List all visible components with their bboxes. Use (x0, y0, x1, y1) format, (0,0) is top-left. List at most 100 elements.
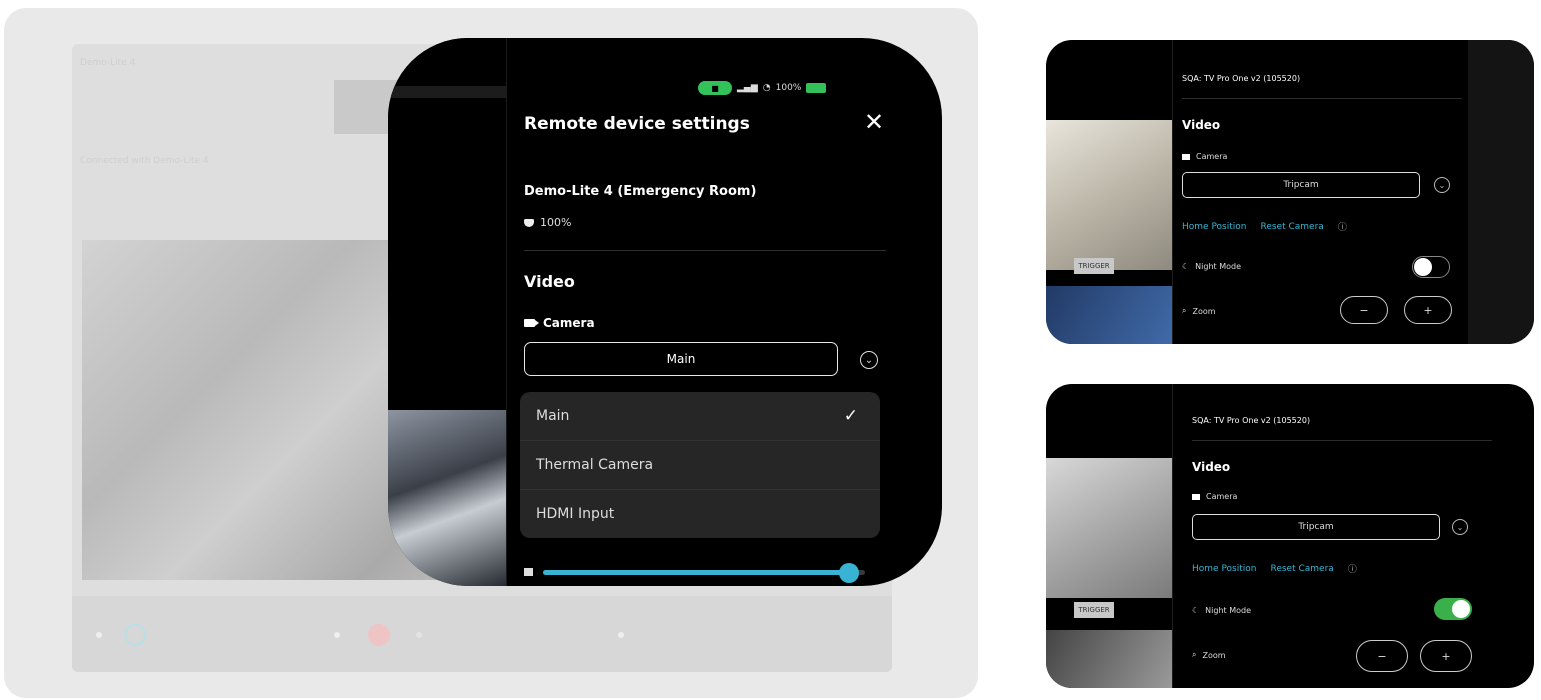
battery-value: 100% (540, 216, 572, 229)
end-call-icon[interactable] (368, 624, 390, 646)
camera-label-row: Camera (1182, 152, 1227, 161)
right-rail (1468, 40, 1534, 344)
video-sign (1046, 286, 1172, 344)
dropdown-option-hdmi[interactable]: HDMI Input (520, 490, 880, 538)
video-header-strip (388, 86, 506, 98)
info-icon[interactable]: ⓘ (1338, 220, 1347, 233)
night-mode-toggle[interactable] (1434, 598, 1472, 620)
panel-divider (506, 38, 507, 586)
camera-active-pill: ■ (698, 81, 732, 95)
option-label: HDMI Input (536, 506, 615, 522)
settings-icon[interactable] (124, 624, 146, 646)
zoom-out-button[interactable]: − (1356, 640, 1408, 672)
camera-label: Camera (1196, 152, 1228, 161)
zoom-row: ⌕ Zoom (1192, 650, 1226, 660)
camera-select[interactable]: Tripcam (1182, 172, 1420, 198)
dropdown-option-thermal[interactable]: Thermal Camera (520, 441, 880, 489)
toggle-knob (1414, 258, 1432, 276)
wifi-icon: ◔ (762, 83, 771, 93)
night-mode-toggle[interactable] (1412, 256, 1450, 278)
toggle-knob (1452, 600, 1470, 618)
zoom-label: Zoom (1192, 306, 1216, 316)
option-label: Thermal Camera (536, 457, 654, 473)
zoom-in-button[interactable]: + (1420, 640, 1472, 672)
camera-dropdown-menu: Main ✓ Thermal Camera HDMI Input (520, 392, 880, 538)
tablet-title: Demo-Lite 4 (80, 58, 136, 68)
camera-label-row: Camera (1192, 492, 1237, 501)
video-thumbnail (1046, 120, 1172, 270)
divider (1192, 440, 1492, 441)
zoom-in-button[interactable]: + (1404, 296, 1452, 324)
call-control-bar (72, 596, 892, 672)
control-dot (334, 632, 340, 638)
zoom-label: Zoom (1202, 650, 1226, 660)
camera-select[interactable]: Tripcam (1192, 514, 1440, 540)
camera-actions: Home Position Reset Camera ⓘ (1182, 220, 1347, 234)
home-position-link[interactable]: Home Position (1192, 564, 1256, 574)
close-icon[interactable]: ✕ (864, 108, 884, 136)
panel-divider (1172, 384, 1173, 688)
dropdown-option-main[interactable]: Main ✓ (520, 392, 880, 440)
night-mode-label: Night Mode (1195, 262, 1242, 271)
panel-title: Remote device settings (524, 114, 750, 134)
section-video: Video (524, 272, 575, 291)
device-name: Demo-Lite 4 (Emergency Room) (524, 184, 757, 199)
option-label: Main (536, 408, 570, 424)
panel-divider (1172, 40, 1173, 344)
volume-fill (543, 569, 849, 575)
camera-icon (524, 319, 539, 327)
camera-label-row: Camera (524, 316, 595, 330)
section-video: Video (1192, 460, 1231, 474)
phone-night-mode-on: TRIGGER SQA: TV Pro One v2 (105520) Vide… (1046, 384, 1534, 688)
video-thumbnail (1046, 458, 1172, 598)
night-mode-row: ☾ Night Mode (1192, 606, 1251, 615)
info-icon[interactable]: ⓘ (1348, 562, 1357, 575)
signal-icon: ▂▄▆ (737, 83, 758, 93)
divider (524, 250, 886, 251)
zoom-out-button[interactable]: − (1340, 296, 1388, 324)
moon-icon: ☾ (1182, 262, 1190, 271)
status-bar: ■ ▂▄▆ ◔ 100% (698, 80, 827, 96)
video-sign (1046, 630, 1172, 688)
magnifier-icon: ⌕ (1192, 650, 1197, 659)
reset-camera-link[interactable]: Reset Camera (1260, 222, 1323, 232)
video-tag: TRIGGER (1074, 258, 1114, 274)
chevron-down-icon[interactable]: ⌄ (1452, 519, 1468, 535)
camera-icon (1182, 153, 1190, 160)
zoom-row: ⌕ Zoom (1182, 306, 1216, 316)
volume-handle[interactable] (838, 562, 859, 583)
reset-camera-link[interactable]: Reset Camera (1270, 564, 1333, 574)
check-icon: ✓ (843, 406, 858, 426)
video-thumbnail-top (388, 38, 507, 248)
section-video: Video (1182, 118, 1221, 132)
moon-icon: ☾ (1192, 606, 1200, 615)
phone-night-mode-off: TRIGGER SQA: TV Pro One v2 (105520) Vide… (1046, 40, 1534, 344)
tablet-subtitle: Connected with Demo-Lite 4 (80, 156, 209, 166)
volume-slider[interactable] (543, 562, 865, 583)
camera-label: Camera (543, 316, 595, 330)
video-thumbnail-bottom (388, 410, 506, 586)
battery-icon (806, 83, 827, 93)
device-battery: 100% (524, 216, 571, 229)
chevron-down-icon[interactable]: ⌄ (1434, 177, 1450, 193)
device-name: SQA: TV Pro One v2 (105520) (1192, 416, 1311, 425)
battery-heart-icon (524, 218, 534, 227)
battery-text: 100% (775, 83, 802, 93)
camera-icon (1192, 493, 1200, 500)
remote-device-settings-zoom: ■ ▂▄▆ ◔ 100% Remote device settings ✕ De… (388, 38, 942, 586)
camera-label: Camera (1206, 492, 1238, 501)
home-position-link[interactable]: Home Position (1182, 222, 1246, 232)
divider (1182, 98, 1462, 99)
device-name: SQA: TV Pro One v2 (105520) (1182, 74, 1301, 83)
control-dot (416, 632, 422, 638)
night-mode-row: ☾ Night Mode (1182, 262, 1241, 271)
night-mode-label: Night Mode (1205, 606, 1252, 615)
speaker-icon (524, 568, 533, 576)
camera-actions: Home Position Reset Camera ⓘ (1192, 562, 1357, 576)
control-dot (96, 632, 102, 638)
chevron-down-icon[interactable]: ⌄ (860, 351, 878, 369)
magnifier-icon: ⌕ (1182, 306, 1187, 315)
video-tag: TRIGGER (1074, 602, 1114, 618)
volume-row (524, 562, 865, 583)
camera-select[interactable]: Main (524, 342, 838, 376)
